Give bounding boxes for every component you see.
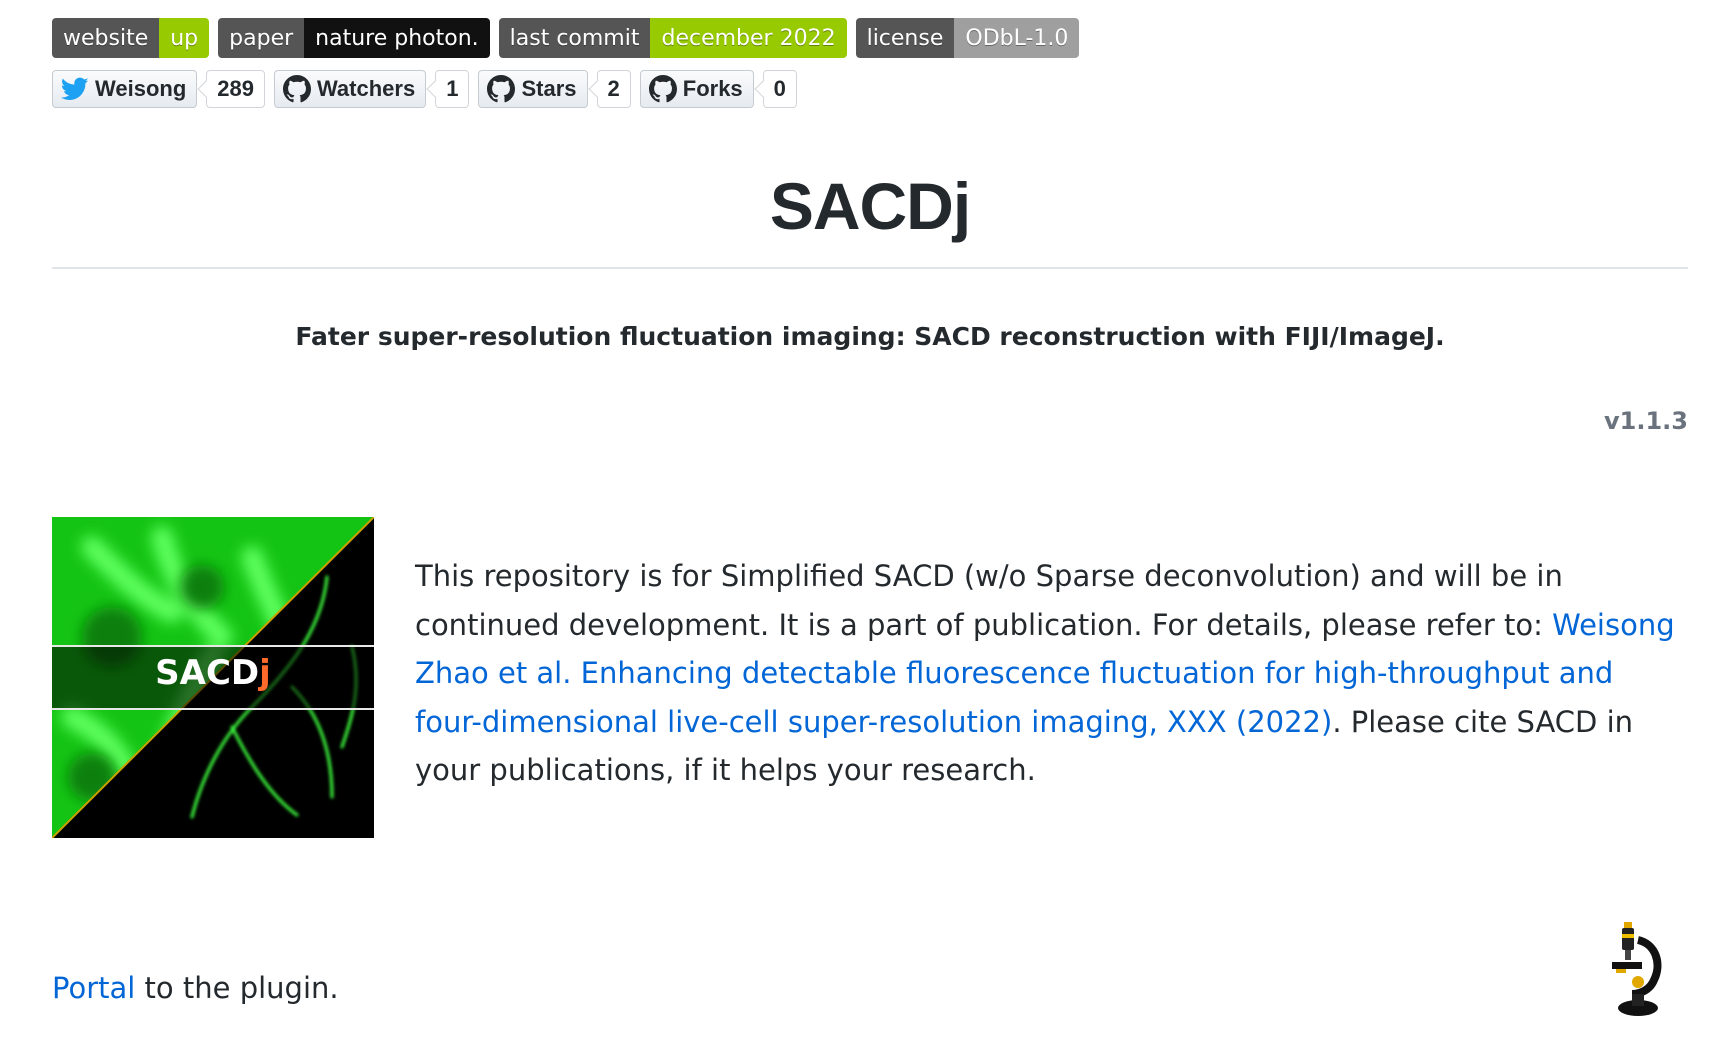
- star-label: Stars: [521, 76, 577, 101]
- twitter-follow-label: Weisong: [95, 76, 187, 101]
- badge-label: website: [52, 18, 160, 58]
- github-forks: Forks 0: [639, 70, 797, 108]
- intro-text: This repository is for Simplified SACD (…: [415, 559, 1563, 642]
- watch-button[interactable]: Watchers: [273, 70, 427, 108]
- badge-label: last commit: [498, 18, 651, 58]
- portal-link[interactable]: Portal: [52, 971, 135, 1005]
- social-row: Weisong 289 Watchers 1 Stars 2 Forks 0: [52, 70, 797, 108]
- badge-last-commit[interactable]: last commit december 2022: [498, 18, 847, 58]
- version-label: v1.1.3: [1604, 407, 1688, 435]
- badge-message: nature photon.: [304, 18, 490, 58]
- logo-text-sacd: SACD: [155, 653, 260, 693]
- intro-paragraph: This repository is for Simplified SACD (…: [415, 552, 1685, 795]
- badge-label: license: [855, 18, 955, 58]
- stars-count[interactable]: 2: [596, 70, 631, 108]
- github-watchers: Watchers 1: [273, 70, 470, 108]
- twitter-follower-count[interactable]: 289: [206, 70, 265, 108]
- badge-message: up: [159, 18, 210, 58]
- watch-label: Watchers: [316, 76, 416, 101]
- github-stars: Stars 2: [478, 70, 631, 108]
- github-icon: [282, 75, 311, 103]
- twitter-follow-button[interactable]: Weisong: [52, 70, 198, 108]
- title-divider: [52, 267, 1688, 269]
- badge-message: ODbL-1.0: [954, 18, 1080, 58]
- badge-label: paper: [218, 18, 305, 58]
- badge-row: website up paper nature photon. last com…: [52, 18, 1080, 58]
- logo-text: SACDj: [52, 653, 374, 693]
- github-icon: [487, 75, 516, 103]
- twitter-follow: Weisong 289: [52, 70, 265, 108]
- badge-license[interactable]: license ODbL-1.0: [855, 18, 1080, 58]
- portal-line: Portal to the plugin.: [52, 971, 339, 1005]
- badge-paper[interactable]: paper nature photon.: [218, 18, 490, 58]
- badge-message: december 2022: [650, 18, 847, 58]
- microscope-icon: [1612, 922, 1662, 1016]
- github-icon: [648, 75, 677, 103]
- watchers-count[interactable]: 1: [435, 70, 470, 108]
- logo-text-j: j: [259, 653, 271, 693]
- fork-label: Forks: [682, 76, 743, 101]
- readme-page: website up paper nature photon. last com…: [52, 0, 1688, 1040]
- page-title: SACDj: [769, 169, 971, 243]
- portal-text: to the plugin.: [135, 971, 339, 1005]
- badge-website[interactable]: website up: [52, 18, 210, 58]
- page-subtitle: Fater super-resolution fluctuation imagi…: [295, 322, 1445, 351]
- fork-button[interactable]: Forks: [639, 70, 754, 108]
- forks-count[interactable]: 0: [762, 70, 797, 108]
- star-button[interactable]: Stars: [478, 70, 588, 108]
- twitter-bird-icon: [61, 77, 89, 100]
